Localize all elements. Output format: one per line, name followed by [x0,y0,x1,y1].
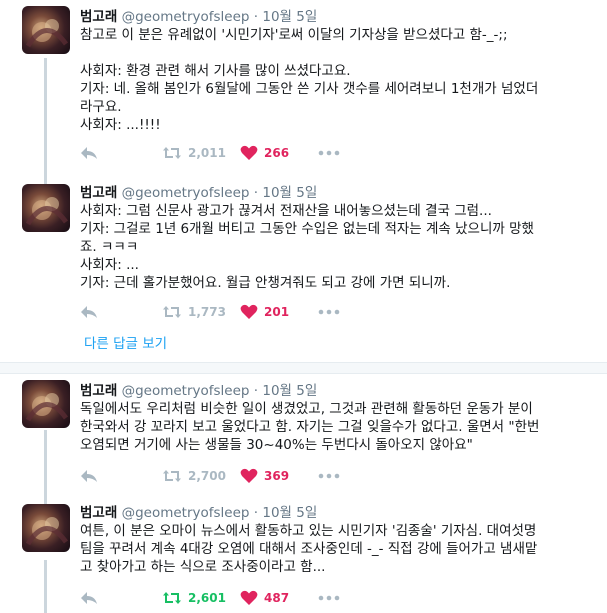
reply-icon [81,147,97,159]
reply-button[interactable] [80,143,98,163]
like-button[interactable]: 266 [240,143,289,163]
user-name[interactable]: 범고래 [80,505,117,521]
like-count: 487 [264,591,290,605]
heart-icon [240,304,258,319]
thread-line [44,560,47,613]
more-icon [318,309,340,315]
user-name[interactable]: 범고래 [80,9,117,25]
tweet-header: 범고래 @geometryofsleep · 10월 5일 [80,184,317,202]
user-name[interactable]: 범고래 [80,383,117,399]
like-button[interactable]: 487 [240,588,289,608]
more-button[interactable] [318,466,340,486]
tweet-line: 팀을 꾸려서 계속 4대강 오염에 대해서 조사중인데 -_- 직접 강에 들어… [80,541,538,557]
heart-icon [240,468,258,483]
conversation-separator [0,362,607,374]
tweet-timestamp[interactable]: 10월 5일 [262,505,317,521]
tweet-header: 범고래 @geometryofsleep · 10월 5일 [80,504,317,522]
tweet-line: 사회자: 환경 관련 해서 기사를 많이 쓰셨다고요. [80,63,351,79]
retweet-count: 2,011 [188,146,226,160]
tweet-header: 범고래 @geometryofsleep · 10월 5일 [80,8,317,26]
tweet-text: 사회자: 그럼 신문사 광고가 끊겨서 전재산을 내어놓으셨는데 결국 그럼..… [80,202,590,292]
tweet-line: 사회자: 그럼 신문사 광고가 끊겨서 전재산을 내어놓으셨는데 결국 그럼..… [80,203,492,219]
tweet-timestamp[interactable]: 10월 5일 [262,185,317,201]
user-handle[interactable]: @geometryofsleep [122,505,250,521]
like-count: 201 [264,305,290,319]
retweet-button[interactable]: 2,011 [162,143,226,163]
reply-button[interactable] [80,588,98,608]
retweet-count: 1,773 [188,305,226,319]
tweet-line: 사회자: ...!!!! [80,117,161,133]
tweet-timestamp[interactable]: 10월 5일 [262,383,317,399]
thread-line [44,430,47,510]
like-button[interactable]: 369 [240,466,289,486]
tweet-line: 기자: 그걸로 1년 6개월 버티고 그동안 수입은 없는데 적자는 계속 났으… [80,221,534,237]
like-button[interactable]: 201 [240,302,289,322]
tweet-line: 기자: 근데 홀가분했어요. 월급 안챙겨줘도 되고 강에 가면 되니까. [80,275,451,291]
like-count: 369 [264,469,290,483]
reply-button[interactable] [80,302,98,322]
more-button[interactable] [318,143,340,163]
tweet-line: 기자: 네. 올해 봄인가 6월달에 그동안 쓴 기사 갯수를 세어려보니 1천… [80,81,539,97]
more-icon [318,473,340,479]
more-icon [318,595,340,601]
more-button[interactable] [318,588,340,608]
separator-dot: · [253,185,259,201]
reply-icon [81,592,97,604]
tweet-timestamp[interactable]: 10월 5일 [262,9,317,25]
tweet-line: 참고로 이 분은 유례없이 '시민기자'로써 이달의 기자상을 받으셨다고 함-… [80,27,508,43]
heart-icon [240,145,258,160]
retweet-icon [163,306,181,318]
tweet-text: 참고로 이 분은 유례없이 '시민기자'로써 이달의 기자상을 받으셨다고 함-… [80,26,590,134]
avatar[interactable] [22,184,70,232]
retweet-button[interactable]: 2,601 [162,588,226,608]
reply-button[interactable] [80,466,98,486]
retweet-count: 2,601 [188,591,226,605]
retweet-icon [163,470,181,482]
more-replies-link[interactable]: 다른 답글 보기 [84,332,167,352]
tweet-line: 사회자: ... [80,257,139,273]
reply-icon [81,470,97,482]
tweet-text: 독일에서도 우리처럼 비슷한 일이 생겼었고, 그것과 관련해 활동하던 운동가… [80,400,590,454]
tweet-header: 범고래 @geometryofsleep · 10월 5일 [80,382,317,400]
user-handle[interactable]: @geometryofsleep [122,185,250,201]
tweet-line: 라구요. [80,99,122,115]
tweet-text: 여튼, 이 분은 오마이 뉴스에서 활동하고 있는 시민기자 '김종술' 기자심… [80,522,590,576]
avatar[interactable] [22,504,70,552]
user-handle[interactable]: @geometryofsleep [122,383,250,399]
retweet-button[interactable]: 1,773 [162,302,226,322]
retweet-icon [163,147,181,159]
like-count: 266 [264,146,290,160]
tweet-line: 여튼, 이 분은 오마이 뉴스에서 활동하고 있는 시민기자 '김종술' 기자심… [80,523,537,539]
retweet-button[interactable]: 2,700 [162,466,226,486]
retweet-icon [163,592,181,604]
separator-dot: · [253,505,259,521]
tweet-line: 오염되면 거기에 사는 생물들 30~40%는 두번다시 돌아오지 않아요" [80,437,473,453]
tweet-line: 독일에서도 우리처럼 비슷한 일이 생겼었고, 그것과 관련해 활동하던 운동가… [80,401,533,417]
avatar[interactable] [22,380,70,428]
thread-line [44,58,47,198]
retweet-count: 2,700 [188,469,226,483]
separator-dot: · [253,383,259,399]
tweet-line: 한국와서 강 꼬라지 보고 울었다고 함. 자기는 그걸 잊을수가 없다고. 울… [80,419,540,435]
user-handle[interactable]: @geometryofsleep [122,9,250,25]
heart-icon [240,590,258,605]
separator-dot: · [253,9,259,25]
avatar[interactable] [22,6,70,54]
more-icon [318,150,340,156]
reply-icon [81,306,97,318]
tweet-line: 죠. ㅋㅋㅋ [80,239,139,255]
user-name[interactable]: 범고래 [80,185,117,201]
tweet-line: 고 찾아가고 하는 식으로 조사중이라고 함... [80,559,326,575]
more-button[interactable] [318,302,340,322]
